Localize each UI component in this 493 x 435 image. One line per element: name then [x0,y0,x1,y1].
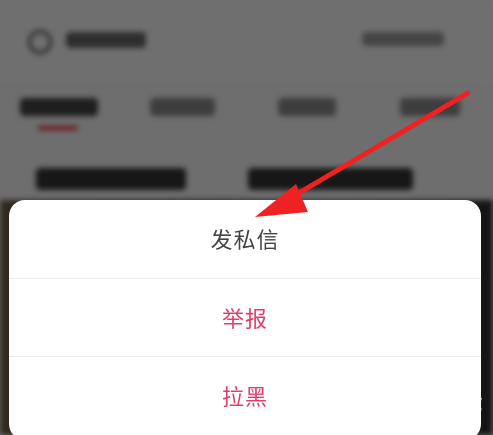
watermark-url: jingyan.baidu.com [378,412,471,423]
screen: 发私信 举报 拉黑 Baidu经验 jingyan.baidu.com [0,0,493,435]
watermark-brand: Baidu经验 [378,390,483,414]
watermark: Baidu经验 jingyan.baidu.com [378,378,488,428]
send-message-button[interactable]: 发私信 [9,200,481,279]
report-button[interactable]: 举报 [9,279,481,357]
